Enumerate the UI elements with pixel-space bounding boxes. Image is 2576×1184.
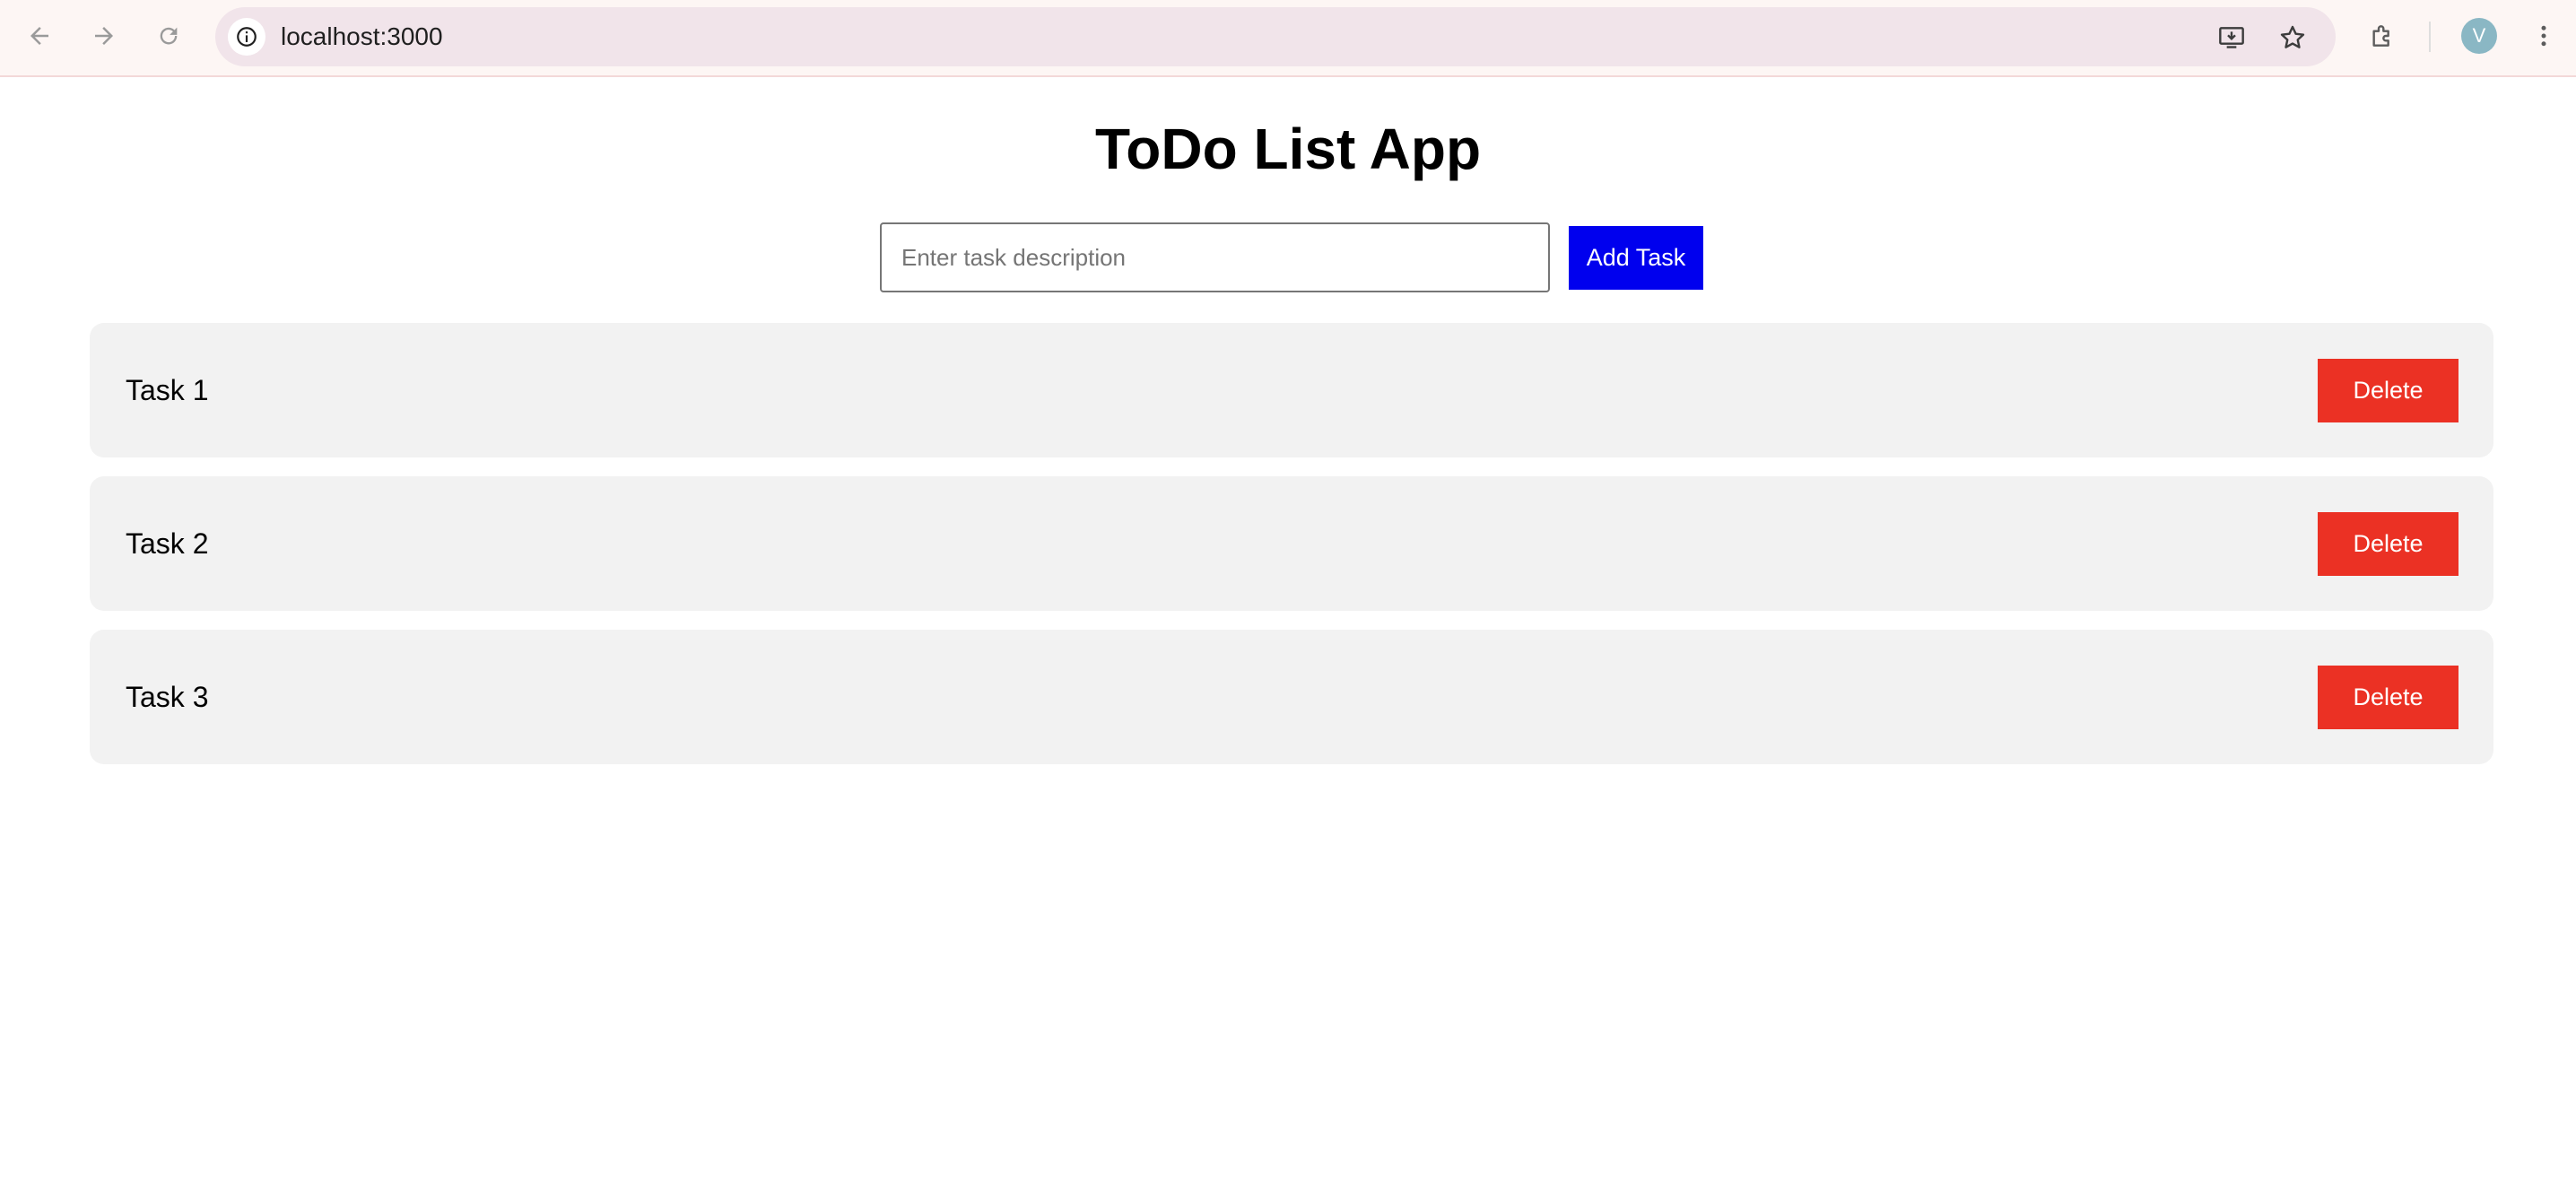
site-info-icon[interactable] — [228, 18, 265, 56]
add-task-button[interactable]: Add Task — [1569, 226, 1703, 290]
task-item: Task 1 Delete — [90, 323, 2493, 457]
delete-task-button[interactable]: Delete — [2318, 359, 2459, 422]
extensions-icon[interactable] — [2364, 18, 2400, 54]
task-description-input[interactable] — [880, 222, 1550, 292]
more-options-icon[interactable] — [2526, 18, 2562, 54]
task-item: Task 3 Delete — [90, 630, 2493, 764]
back-arrow-icon[interactable] — [22, 18, 57, 54]
delete-task-button[interactable]: Delete — [2318, 512, 2459, 576]
task-item: Task 2 Delete — [90, 476, 2493, 611]
url-text[interactable]: localhost:3000 — [281, 7, 443, 66]
reload-icon[interactable] — [151, 18, 187, 54]
address-bar[interactable]: localhost:3000 — [215, 7, 2336, 66]
install-app-icon[interactable] — [2214, 20, 2250, 56]
task-label: Task 1 — [126, 374, 209, 406]
task-label: Task 3 — [126, 681, 209, 713]
page-title: ToDo List App — [1094, 117, 1482, 181]
task-label: Task 2 — [126, 527, 209, 560]
forward-arrow-icon[interactable] — [86, 18, 122, 54]
toolbar-divider — [2429, 22, 2431, 52]
profile-avatar[interactable]: V — [2461, 18, 2497, 54]
browser-toolbar: localhost:3000 V — [0, 0, 2576, 77]
delete-task-button[interactable]: Delete — [2318, 666, 2459, 729]
bookmark-star-icon[interactable] — [2275, 20, 2311, 56]
